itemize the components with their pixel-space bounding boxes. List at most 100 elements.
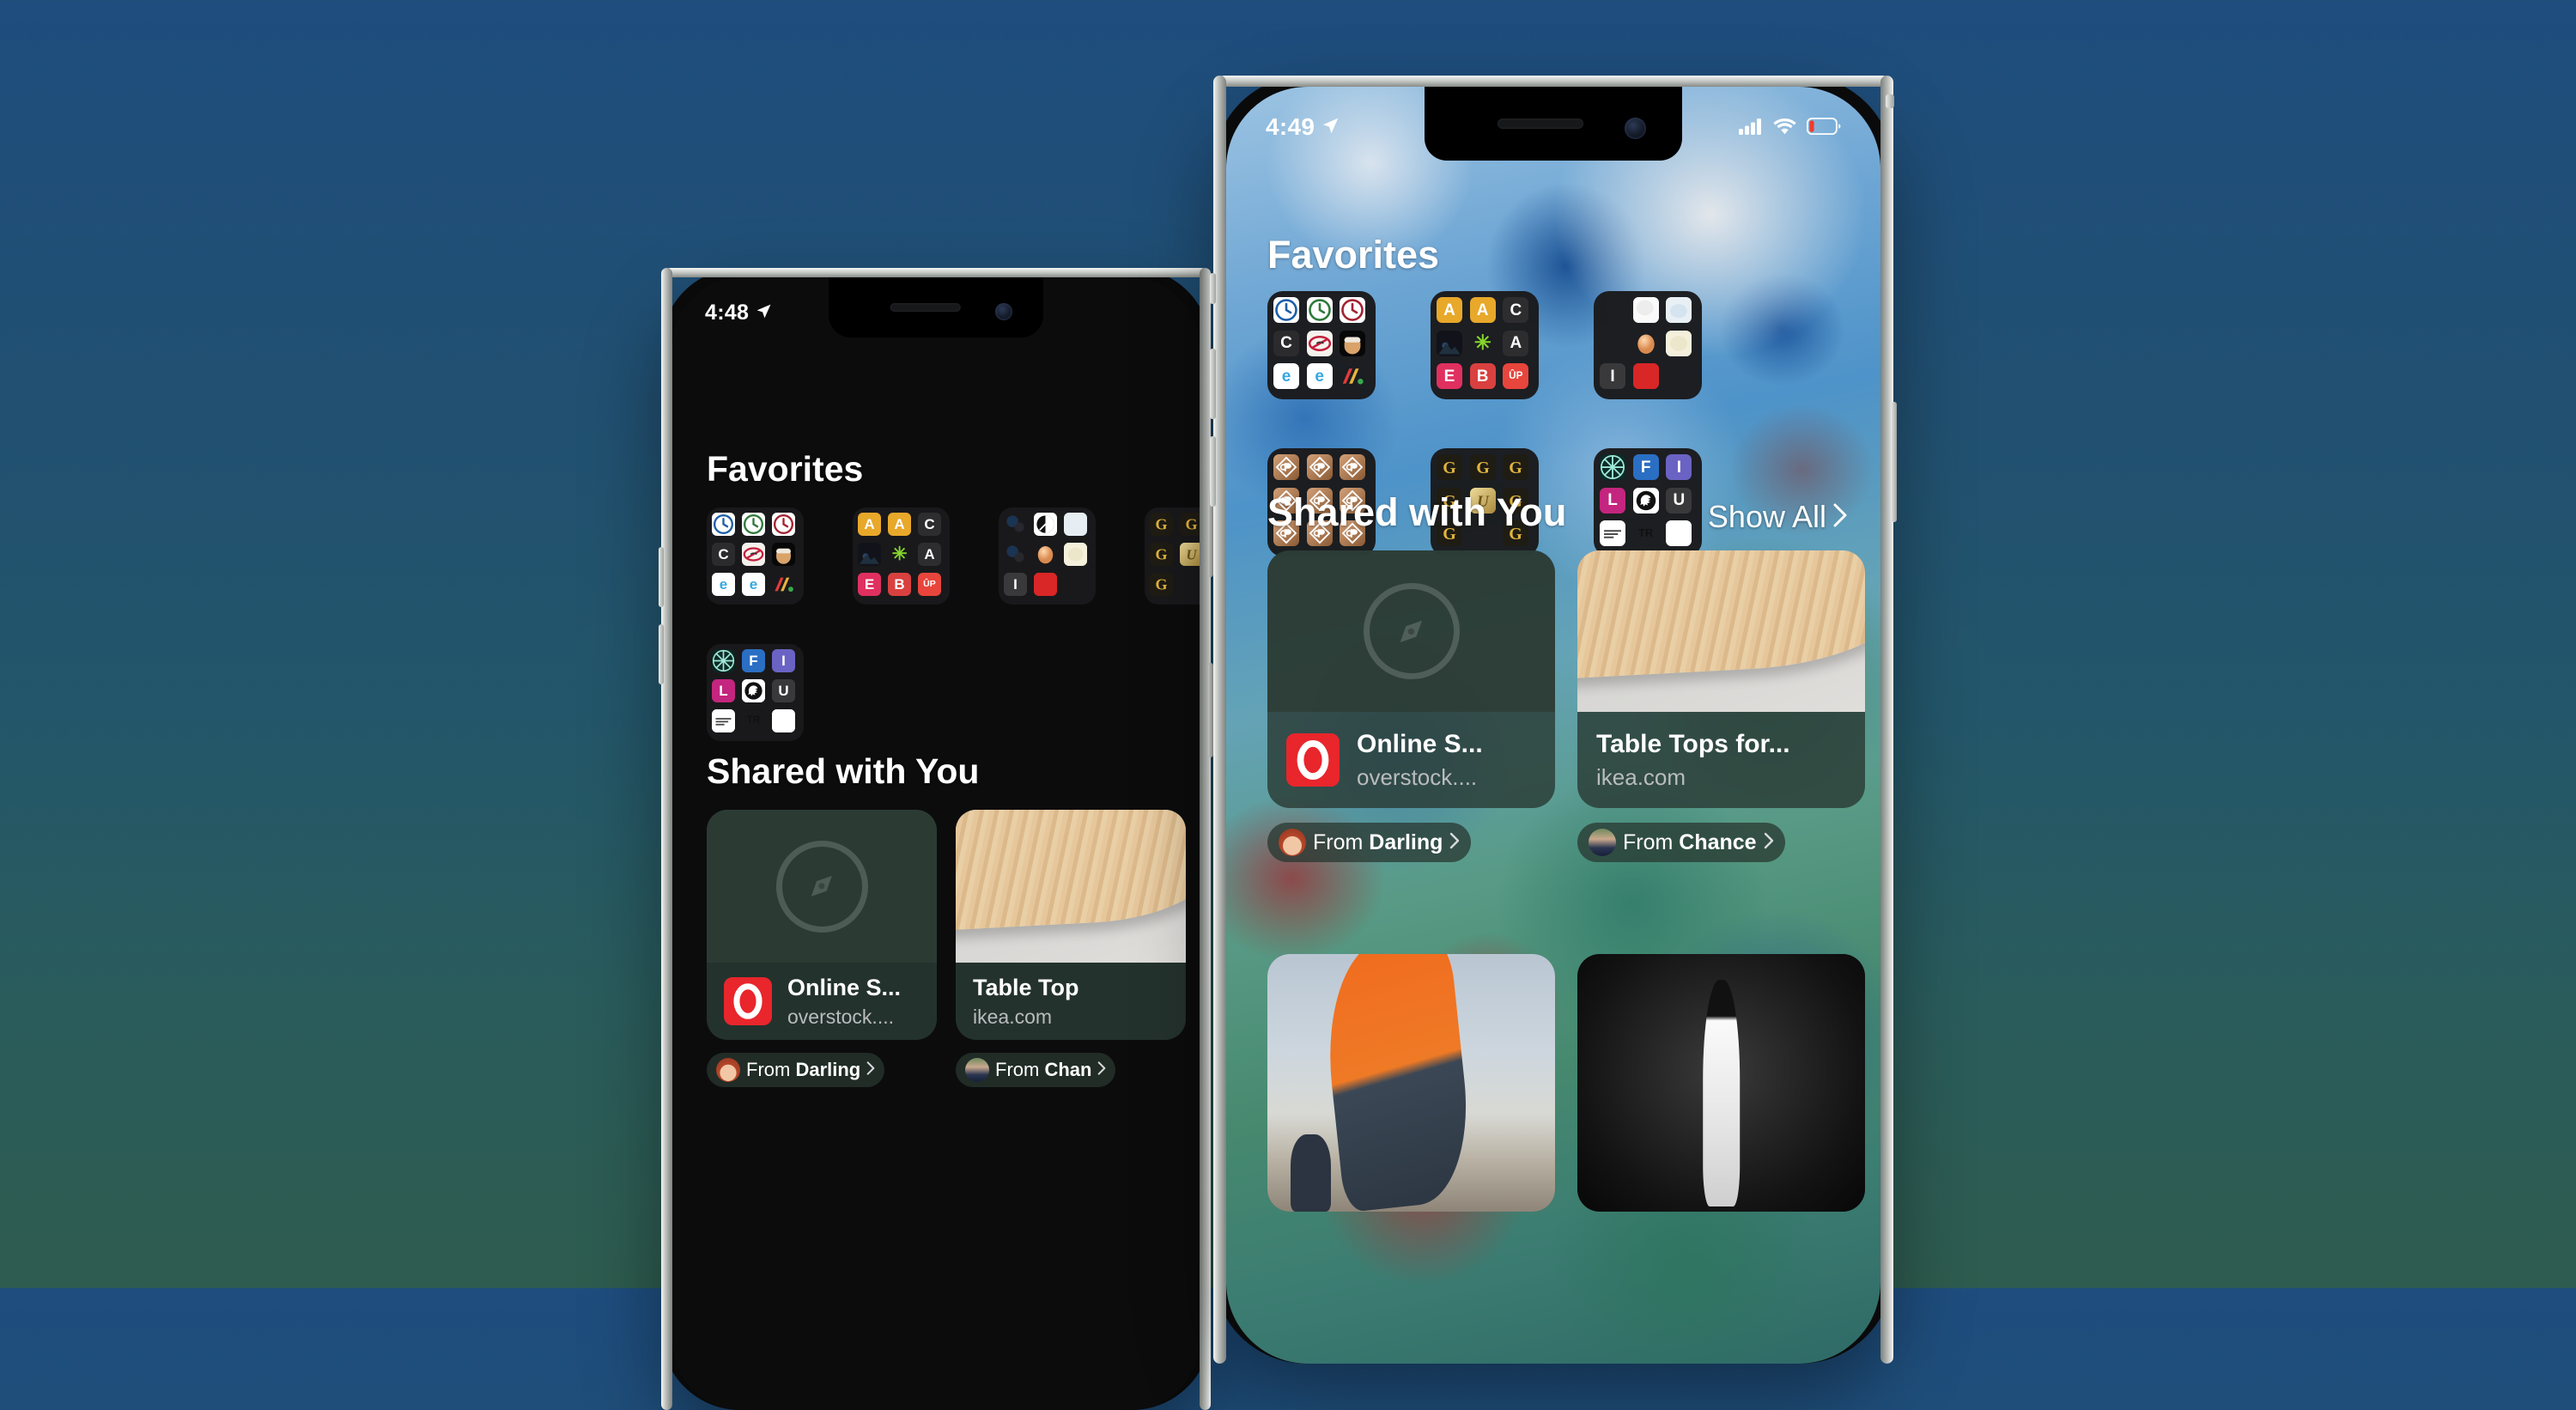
bronze-diamond-icon[interactable]	[1340, 454, 1366, 480]
letters-tr-icon[interactable]: TR	[742, 709, 765, 732]
letter-e-blue-icon[interactable]: e	[1273, 363, 1299, 390]
egg-orange-icon[interactable]	[1633, 331, 1659, 356]
compass-rose-icon[interactable]	[1600, 454, 1625, 480]
shared-from-pill[interactable]: From Chance	[1577, 823, 1785, 862]
coffee-cup-icon[interactable]	[772, 543, 795, 566]
letter-a-amber-icon[interactable]: A	[858, 513, 881, 536]
folder-clocks[interactable]: Cee	[707, 507, 804, 605]
asterisk-green-icon[interactable]: ✳	[888, 543, 911, 566]
letter-a-amber-icon[interactable]: A	[888, 513, 911, 536]
letter-a-amber-icon[interactable]: A	[1469, 297, 1496, 323]
letter-i-dark-icon[interactable]: I	[1600, 363, 1625, 390]
letter-i-dark-icon[interactable]: I	[1004, 573, 1027, 596]
letter-a-dark-icon[interactable]: A	[1503, 330, 1529, 356]
no-entry-icon[interactable]	[742, 543, 765, 566]
bronze-diamond-icon[interactable]	[1306, 454, 1333, 480]
asterisk-green-icon[interactable]: ✳	[1470, 331, 1496, 356]
letters-up-red-icon[interactable]: ÛP	[918, 573, 941, 596]
clock-red-icon[interactable]	[772, 513, 795, 536]
letter-e-blue-icon[interactable]: e	[1306, 363, 1333, 390]
stripes-mark-icon[interactable]	[772, 573, 795, 596]
coffee-cup-icon[interactable]	[1340, 330, 1366, 356]
letter-b-red-icon[interactable]: B	[888, 573, 911, 596]
letter-g-gold-icon[interactable]: G	[1180, 513, 1200, 536]
empty-icon[interactable]	[1064, 573, 1087, 596]
letter-i-purple-icon[interactable]: I	[772, 649, 795, 672]
front-phone-silent-switch[interactable]	[1210, 273, 1216, 304]
dark-blur-icon[interactable]	[1004, 513, 1027, 536]
clock-green-icon[interactable]	[742, 513, 765, 536]
photo-dark-icon[interactable]	[1437, 330, 1462, 356]
back-phone-volume-down-button[interactable]	[659, 624, 664, 684]
lion-head-icon[interactable]	[742, 679, 765, 702]
shared-card-link[interactable]	[1577, 954, 1865, 1212]
folder-letters[interactable]: A A C ✳ A E B ÛP	[1431, 291, 1539, 399]
shared-card-link[interactable]: Table Top ikea.com	[956, 810, 1186, 1040]
clock-green-icon[interactable]	[1306, 297, 1333, 323]
white-swatch-icon[interactable]	[1632, 297, 1659, 323]
shared-card-link[interactable]	[1267, 954, 1555, 1212]
folder-letters[interactable]: A A C ✳ A E B ÛP	[853, 507, 950, 605]
clock-blue-icon[interactable]	[1273, 297, 1299, 323]
shared-from-pill[interactable]: From Darling	[1267, 823, 1472, 862]
letter-g-gold-icon[interactable]: G	[1503, 454, 1529, 480]
front-phone-volume-up-button[interactable]	[1210, 349, 1216, 419]
photo-dark-icon[interactable]	[858, 543, 881, 566]
empty-icon[interactable]	[1600, 331, 1625, 356]
shared-card-link[interactable]: Online S... overstock....	[707, 810, 937, 1040]
red-swatch-icon[interactable]	[1632, 363, 1659, 390]
front-phone-power-button[interactable]	[1891, 402, 1897, 522]
letter-u-gold-icon[interactable]: U	[1180, 543, 1200, 566]
letter-g-gold-icon[interactable]: G	[1437, 454, 1462, 480]
letter-g-gold-icon[interactable]: G	[1150, 573, 1173, 596]
letter-c-dark-icon[interactable]: C	[918, 513, 941, 536]
clock-blue-icon[interactable]	[712, 513, 735, 536]
folder-gold-g[interactable]: GGGGUGGG	[1145, 507, 1200, 605]
stripes-mark-icon[interactable]	[1340, 363, 1365, 389]
bronze-diamond-icon[interactable]	[1273, 454, 1299, 480]
shared-card-link[interactable]: Table Tops for... ikea.com	[1577, 550, 1865, 808]
letter-i-purple-icon[interactable]: I	[1666, 454, 1692, 480]
front-phone-volume-down-button[interactable]	[1210, 436, 1216, 507]
compass-rose-icon[interactable]	[712, 649, 735, 672]
letter-c-dark-icon[interactable]: C	[1503, 297, 1529, 323]
letter-g-gold-icon[interactable]: G	[1469, 454, 1496, 480]
half-circle-dark-icon[interactable]	[1034, 513, 1057, 536]
letter-e-blue-icon[interactable]: e	[712, 573, 735, 596]
doc-white-icon[interactable]	[712, 709, 735, 732]
letter-b-red-icon[interactable]: B	[1469, 363, 1496, 390]
letter-g-gold-icon[interactable]: G	[1150, 513, 1173, 536]
folder-mixed[interactable]: F I L U TR	[707, 644, 804, 741]
dark-blur2-icon[interactable]	[1004, 543, 1027, 566]
shared-card-link[interactable]: Online S... overstock....	[1267, 550, 1555, 808]
folder-white[interactable]: I	[1594, 291, 1702, 399]
shared-from-pill[interactable]: From Darling	[707, 1053, 885, 1087]
shared-from-pill[interactable]: From Chan	[956, 1053, 1116, 1087]
letter-a-dark-icon[interactable]: A	[918, 543, 941, 566]
letter-u-dark-icon[interactable]: U	[772, 679, 795, 702]
letter-l-magenta-icon[interactable]: L	[712, 679, 735, 702]
empty-icon[interactable]	[1600, 297, 1625, 323]
letter-e-pink-icon[interactable]: E	[1437, 363, 1462, 390]
show-all-button[interactable]: Show All	[1708, 499, 1848, 535]
letter-g-gold-icon[interactable]: G	[1150, 543, 1173, 566]
letters-up-red-icon[interactable]: ÛP	[1503, 363, 1529, 390]
folder-white[interactable]: I	[999, 507, 1096, 605]
pale-blue-swatch-icon[interactable]	[1666, 297, 1692, 323]
empty-icon[interactable]	[1666, 363, 1692, 389]
letter-a-amber-icon[interactable]: A	[1437, 297, 1462, 323]
letter-e-blue-icon[interactable]: e	[742, 573, 765, 596]
letter-f-blue-icon[interactable]: F	[742, 649, 765, 672]
folder-clocks[interactable]: Cee	[1267, 291, 1376, 399]
letter-c-icon[interactable]: C	[1273, 330, 1299, 356]
egg-orange-icon[interactable]	[1034, 543, 1057, 566]
clock-red-icon[interactable]	[1340, 297, 1366, 323]
white-fabric-icon[interactable]	[1064, 513, 1087, 536]
letter-e-pink-icon[interactable]: E	[858, 573, 881, 596]
letter-f-blue-icon[interactable]: F	[1632, 454, 1659, 480]
cream-swatch-icon[interactable]	[1666, 330, 1692, 356]
empty-icon[interactable]	[1180, 573, 1200, 596]
red-swatch-icon[interactable]	[1034, 573, 1057, 596]
letter-c-icon[interactable]: C	[712, 543, 735, 566]
cream-swatch-icon[interactable]	[1064, 543, 1087, 566]
